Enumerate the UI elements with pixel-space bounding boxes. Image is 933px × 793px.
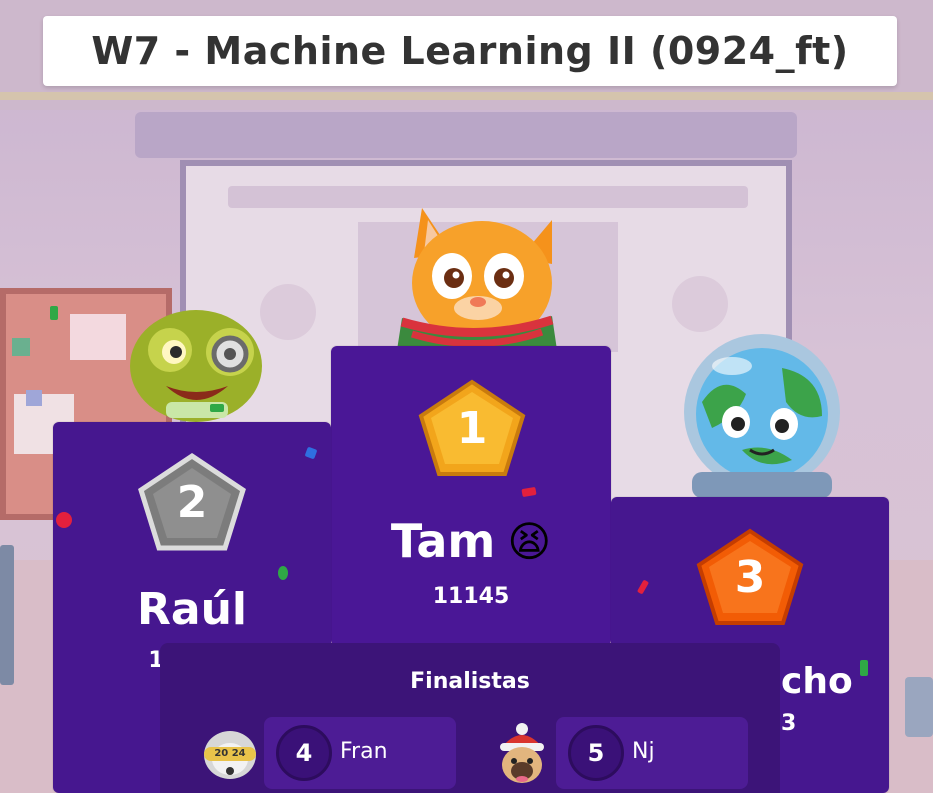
- board-note: [70, 314, 126, 360]
- background-circle-decoration: [672, 276, 728, 332]
- finalist-rank: 5: [568, 725, 624, 781]
- background-laptop: [905, 677, 933, 737]
- finalist-card: 5 Nj: [556, 717, 748, 789]
- podium-first-place: 1 Tam 😫 11145: [331, 346, 611, 646]
- year-badge-avatar-icon: 20 24: [198, 721, 262, 785]
- confetti: [860, 660, 868, 676]
- confetti: [210, 404, 224, 412]
- rank-number: 3: [734, 551, 766, 603]
- board-pin: [26, 390, 42, 406]
- confetti: [50, 306, 58, 320]
- gold-medal-icon: 1: [417, 378, 527, 478]
- cat-avatar: [392, 198, 562, 350]
- finalist-card: 4 Fran: [264, 717, 456, 789]
- player-name: cho: [781, 661, 853, 702]
- player-name: Tam: [390, 514, 496, 568]
- background-circle-decoration: [260, 284, 316, 340]
- board-pin: [12, 338, 30, 356]
- finalists-title: Finalistas: [410, 669, 530, 694]
- player-score: 3: [781, 711, 797, 736]
- finalist-name: Nj: [632, 739, 655, 764]
- finalist-row: 5 Nj: [490, 717, 752, 789]
- frog-monocle-avatar: [126, 294, 266, 424]
- earth-astronaut-avatar: [672, 332, 852, 502]
- tired-face-emoji-icon: 😫: [507, 516, 552, 566]
- player-name: Raúl: [137, 584, 247, 635]
- avatar-year-text: 20 24: [214, 748, 246, 759]
- finalist-rank: 4: [276, 725, 332, 781]
- projector-bar: [135, 112, 797, 158]
- bronze-medal-icon: 3: [695, 527, 805, 627]
- finalist-name: Fran: [340, 739, 388, 764]
- ceiling-trim: [0, 92, 933, 100]
- rank-number: 1: [456, 402, 488, 454]
- rank-number: 2: [176, 476, 208, 528]
- quiz-title-banner: W7 - Machine Learning II (0924_ft): [43, 16, 897, 86]
- silver-medal-icon: 2: [137, 452, 247, 552]
- pug-winter-hat-avatar-icon: [490, 721, 554, 785]
- finalists-panel: Finalistas 20 24 4 Fran 5 Nj: [160, 643, 780, 793]
- player-score: 11145: [432, 584, 510, 609]
- confetti: [56, 512, 72, 528]
- quiz-title: W7 - Machine Learning II (0924_ft): [91, 29, 849, 73]
- confetti: [278, 566, 288, 580]
- winner-name-row: Tam 😫: [331, 514, 611, 568]
- finalist-row: 20 24 4 Fran: [198, 717, 460, 789]
- background-laptop: [0, 545, 14, 685]
